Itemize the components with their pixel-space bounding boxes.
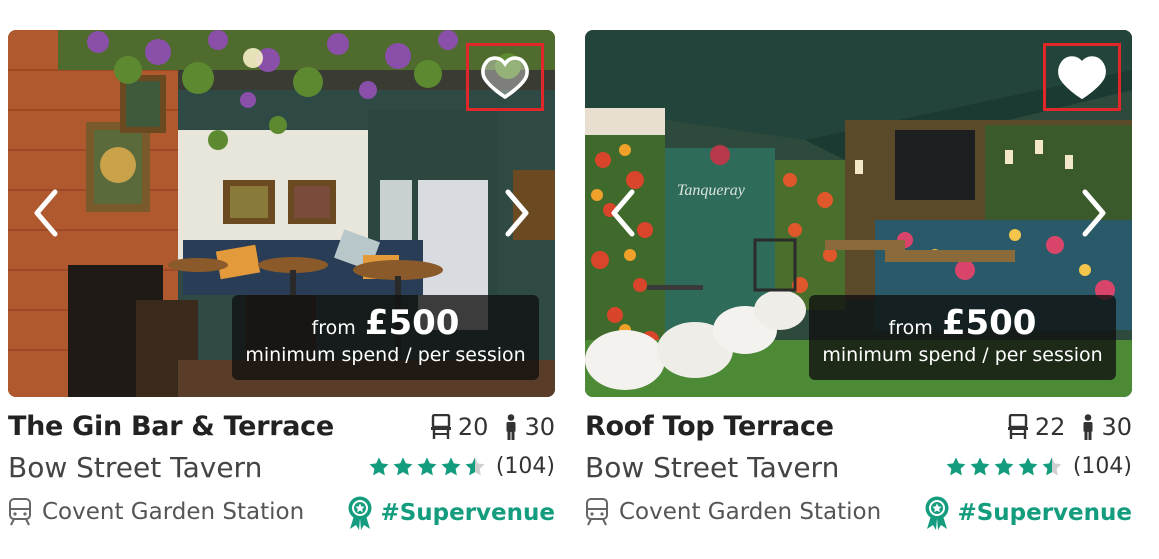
venue-photo[interactable]: from £500 minimum spend / per session: [8, 30, 555, 397]
chair-icon: [430, 414, 451, 439]
favourite-button[interactable]: [1043, 43, 1121, 111]
capacity: 20 30: [430, 413, 555, 441]
star-icon: [393, 456, 413, 475]
next-photo-button[interactable]: [1076, 185, 1112, 241]
badge-label[interactable]: #Supervenue: [380, 500, 555, 526]
price-from-label: from: [311, 317, 356, 339]
half-star-icon: [1042, 456, 1062, 475]
heart-icon: [481, 56, 529, 99]
price-from-label: from: [888, 317, 933, 339]
standing-capacity: 30: [1101, 413, 1132, 441]
nearest-station: Covent Garden Station: [8, 498, 304, 526]
review-count[interactable]: (104): [496, 454, 555, 479]
award-ribbon-icon: [348, 496, 372, 530]
heart-icon: [1058, 56, 1106, 99]
rating: (104): [945, 454, 1132, 479]
star-icon: [369, 456, 389, 475]
previous-photo-button[interactable]: [605, 185, 641, 241]
price-amount: £500: [941, 303, 1037, 343]
price-amount: £500: [364, 303, 460, 343]
svg-text:Tanqueray: Tanqueray: [677, 182, 746, 199]
star-icon: [994, 456, 1014, 475]
review-count[interactable]: (104): [1073, 454, 1132, 479]
badge-label[interactable]: #Supervenue: [957, 500, 1132, 526]
price-overlay: from £500 minimum spend / per session: [232, 295, 539, 380]
space-title[interactable]: Roof Top Terrace: [585, 411, 834, 442]
capacity: 22 30: [1007, 413, 1132, 441]
person-icon: [506, 414, 516, 440]
price-terms: minimum spend / per session: [822, 344, 1103, 366]
station-name: Covent Garden Station: [42, 499, 305, 525]
chevron-right-icon: [505, 189, 529, 237]
supervenue-badge[interactable]: #Supervenue: [923, 496, 1132, 530]
venue-name[interactable]: Bow Street Tavern: [585, 451, 839, 484]
supervenue-badge[interactable]: #Supervenue: [346, 496, 555, 530]
chevron-left-icon: [611, 189, 635, 237]
person-icon: [1083, 414, 1093, 440]
standing-capacity: 30: [524, 413, 555, 441]
favourite-button[interactable]: [466, 43, 544, 111]
chair-icon: [1007, 414, 1028, 439]
star-icon: [417, 456, 437, 475]
star-icon: [946, 456, 966, 475]
venue-photo[interactable]: Tanqueray from £500 minimum spend / per …: [585, 30, 1132, 397]
price-terms: minimum spend / per session: [245, 344, 526, 366]
seated-capacity: 22: [1034, 413, 1066, 441]
star-rating: [368, 456, 486, 478]
nearest-station: Covent Garden Station: [585, 498, 881, 526]
price-overlay: from £500 minimum spend / per session: [809, 295, 1116, 380]
chevron-right-icon: [1082, 189, 1106, 237]
venue-card[interactable]: from £500 minimum spend / per session Th…: [8, 30, 555, 530]
star-icon: [970, 456, 990, 475]
half-star-icon: [465, 456, 485, 475]
star-icon: [441, 456, 461, 475]
award-ribbon-icon: [925, 496, 949, 530]
space-title[interactable]: The Gin Bar & Terrace: [8, 411, 334, 442]
venue-card[interactable]: Tanqueray from £500 minimum spend / per …: [585, 30, 1132, 530]
previous-photo-button[interactable]: [28, 185, 64, 241]
seated-capacity: 20: [457, 413, 489, 441]
station-name: Covent Garden Station: [619, 499, 882, 525]
star-icon: [1018, 456, 1038, 475]
venue-name[interactable]: Bow Street Tavern: [8, 451, 262, 484]
rating: (104): [368, 454, 555, 479]
next-photo-button[interactable]: [499, 185, 535, 241]
star-rating: [945, 456, 1063, 478]
chevron-left-icon: [34, 189, 58, 237]
train-icon: [9, 498, 31, 526]
train-icon: [586, 498, 608, 526]
